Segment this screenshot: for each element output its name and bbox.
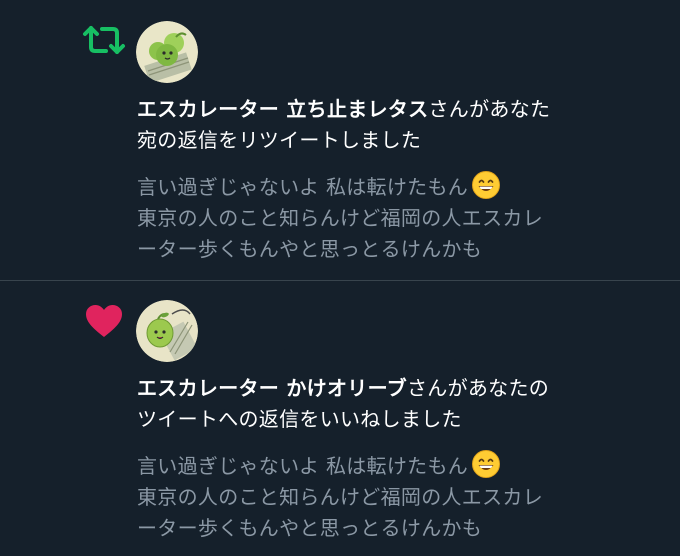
avatar[interactable] — [136, 300, 198, 362]
user-name[interactable]: エスカレーター 立ち止まレタス — [137, 97, 428, 121]
grinning-face-icon — [472, 171, 501, 199]
grinning-face-icon — [472, 450, 501, 478]
notifications-feed: エスカレーター 立ち止まレタスさんがあなた 宛の返信をリツイートしました 言い過… — [0, 0, 680, 556]
tweet-text-line: ーター歩くもんやと思っとるけんかも — [137, 237, 483, 261]
tweet-text-line: 東京の人のこと知らんけど福岡の人エスカレ — [137, 485, 543, 509]
tweet-text-line: ーター歩くもんやと思っとるけんかも — [137, 516, 483, 540]
retweet-icon — [83, 26, 125, 54]
avatar[interactable] — [136, 21, 198, 83]
action-text-continued: 宛の返信をリツイートしました — [137, 128, 422, 152]
notification-headline: エスカレーター かけオリーブさんがあなたの ツイートへの返信をいいねしました — [137, 373, 667, 435]
action-text: さんがあなたの — [406, 376, 550, 400]
tweet-text-line: 言い過ぎじゃないよ 私は転けたもん — [137, 454, 469, 478]
action-text-continued: ツイートへの返信をいいねしました — [137, 407, 462, 431]
heart-icon — [86, 305, 122, 337]
notification-headline: エスカレーター 立ち止まレタスさんがあなた 宛の返信をリツイートしました — [137, 94, 667, 156]
tweet-text-line: 東京の人のこと知らんけど福岡の人エスカレ — [137, 206, 543, 230]
action-text: さんがあなた — [428, 97, 551, 121]
tweet-text-line: 言い過ぎじゃないよ 私は転けたもん — [137, 175, 469, 199]
tweet-preview[interactable]: 言い過ぎじゃないよ 私は転けたもん 東京の人のこと知らんけど福岡の人エスカレ ー… — [137, 170, 667, 265]
notification-retweet[interactable]: エスカレーター 立ち止まレタスさんがあなた 宛の返信をリツイートしました 言い過… — [0, 0, 680, 281]
user-name[interactable]: エスカレーター かけオリーブ — [137, 376, 407, 400]
notification-like[interactable]: エスカレーター かけオリーブさんがあなたの ツイートへの返信をいいねしました 言… — [0, 281, 680, 556]
tweet-preview[interactable]: 言い過ぎじゃないよ 私は転けたもん 東京の人のこと知らんけど福岡の人エスカレ ー… — [137, 449, 667, 544]
